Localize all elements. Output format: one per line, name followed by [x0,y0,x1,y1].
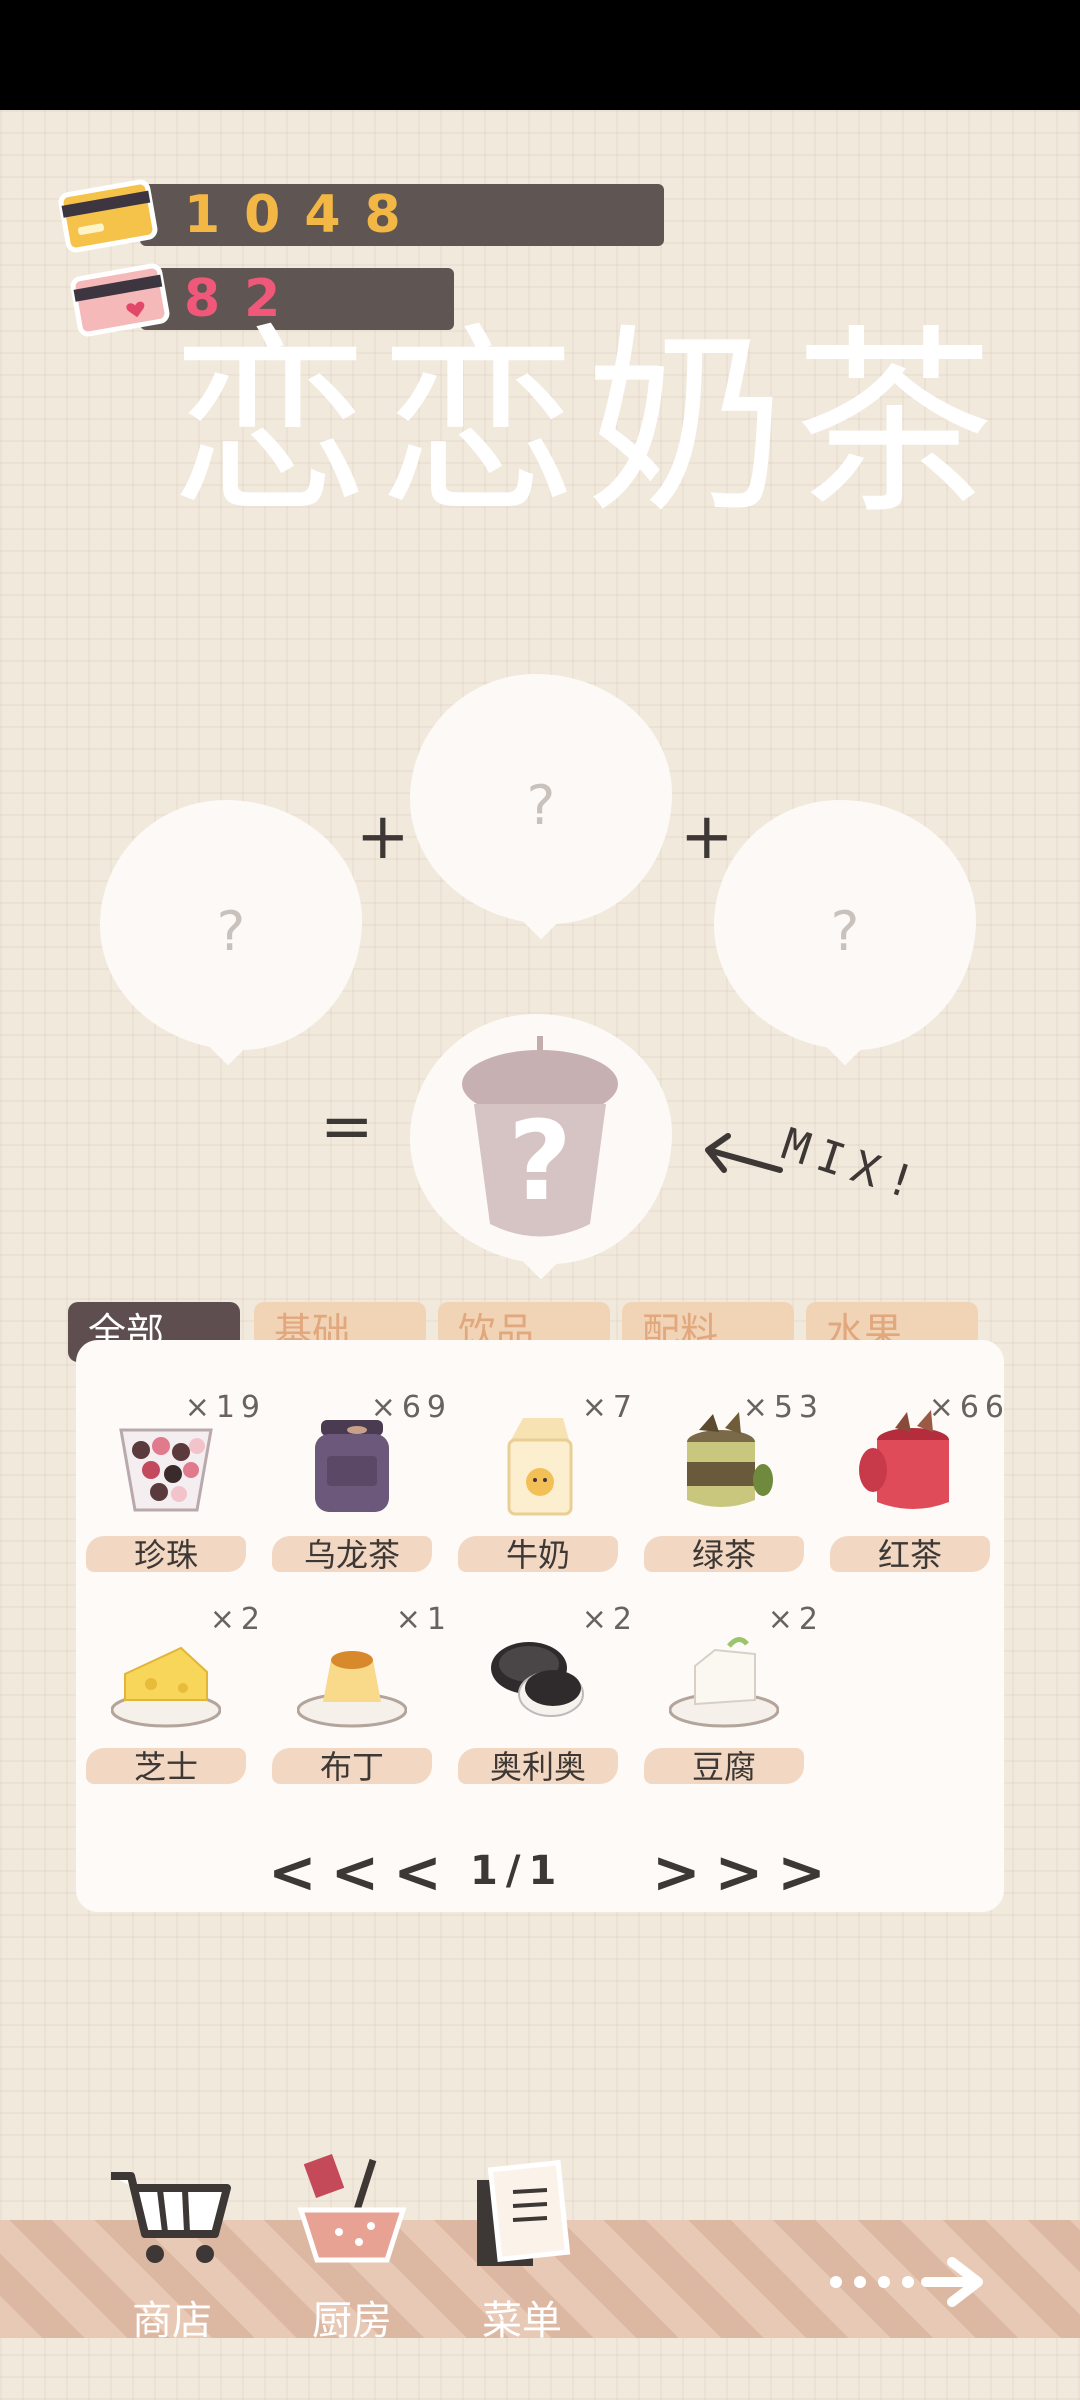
page-indicator: 1/1 [470,1848,565,1894]
milk-carton-icon [507,1418,573,1516]
coin-balance: 1048 [184,185,425,245]
oolong-tea-jar-icon [315,1420,389,1512]
heart-card-icon [70,263,170,337]
oreo-icon [491,1642,584,1717]
item-qty: ×7 [581,1390,638,1425]
shopping-cart-icon [111,2172,231,2263]
pudding-icon [297,1651,407,1728]
item-cheese[interactable]: ×2 芝士 [76,1602,260,1792]
coin-balance-bar: 1048 [140,184,664,246]
mix-arrow-icon [705,1133,783,1173]
menu-book-icon [477,2160,571,2266]
prev-page-button[interactable]: <<< [268,1838,456,1906]
item-name: 珍珠 [133,1536,198,1574]
item-pearls[interactable]: ×19 珍珠 [76,1390,260,1580]
plus-sign-2: + [680,800,734,874]
item-qty: ×69 [370,1390,452,1425]
item-name: 布丁 [319,1748,384,1786]
tofu-icon [669,1637,779,1728]
item-name: 豆腐 [691,1748,756,1786]
game-title: 恋恋奶茶 [170,308,1003,541]
nav-kitchen-label: 厨房 [312,2298,392,2344]
item-oreo[interactable]: ×2 奥利奥 [448,1602,632,1792]
pearls-icon [119,1428,213,1512]
item-name: 芝士 [133,1748,198,1786]
green-tea-tin-icon [687,1412,773,1507]
item-name: 奥利奥 [489,1748,586,1786]
item-pudding[interactable]: ×1 布丁 [262,1602,446,1792]
result-slot[interactable]: ? [410,1014,672,1280]
black-tea-tin-icon [859,1410,949,1509]
item-green-tea[interactable]: ×53 绿茶 [634,1390,818,1580]
item-qty: ×66 [928,1390,1010,1425]
next-page-button[interactable]: >>> [652,1838,840,1906]
slot-3-placeholder: ? [830,900,860,963]
item-name: 牛奶 [505,1536,570,1574]
item-oolong-tea[interactable]: ×69 乌龙茶 [262,1390,446,1580]
inventory-panel: ×19 珍珠 ×69 乌龙茶 ×7 牛奶 ×53 绿茶 ×66 红茶 ×2 芝士… [76,1340,1004,1912]
nav-menu-label: 菜单 [482,2298,562,2344]
item-qty: ×1 [395,1602,452,1637]
item-name: 乌龙茶 [303,1536,400,1574]
mystery-cup-icon: ? [462,1036,618,1237]
status-bar [0,0,1080,110]
kitchen-pot-icon [297,2153,407,2263]
ingredient-slot-2[interactable]: ? [410,674,672,940]
item-qty: ×2 [581,1602,638,1637]
item-milk[interactable]: ×7 牛奶 [448,1390,632,1580]
item-qty: ×19 [184,1390,266,1425]
ingredient-slot-1[interactable]: ? [100,800,362,1066]
cheese-icon [111,1646,221,1728]
coin-card-icon [58,179,158,253]
item-black-tea[interactable]: ×66 红茶 [820,1390,1004,1580]
slot-1-placeholder: ? [216,900,246,963]
svg-text:?: ? [508,1097,572,1225]
more-arrow-icon[interactable] [826,2254,986,2310]
item-name: 绿茶 [691,1536,756,1574]
ingredient-slot-3[interactable]: ? [714,800,976,1066]
item-name: 红茶 [877,1536,942,1574]
item-qty: ×53 [742,1390,824,1425]
item-tofu[interactable]: ×2 豆腐 [634,1602,818,1792]
plus-sign-1: + [356,800,410,874]
slot-2-placeholder: ? [526,774,556,837]
equals-sign: = [320,1090,374,1164]
item-qty: ×2 [209,1602,266,1637]
item-qty: ×2 [767,1602,824,1637]
nav-shop-label: 商店 [132,2298,212,2344]
mix-hint: MIX! [775,1118,931,1213]
